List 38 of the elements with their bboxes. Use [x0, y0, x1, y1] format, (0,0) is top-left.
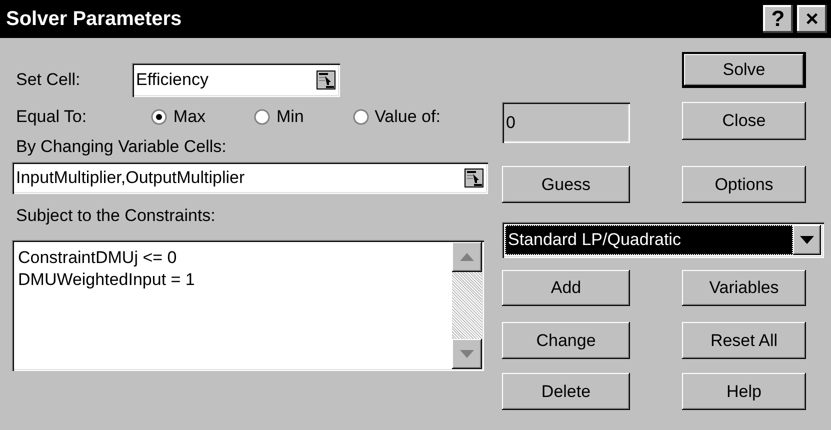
radio-button[interactable]: [151, 109, 168, 125]
radio-label[interactable]: Value of:: [374, 107, 440, 127]
scroll-up-button[interactable]: [452, 242, 482, 272]
dialog-button[interactable]: Reset All: [682, 322, 806, 359]
dialog-button[interactable]: Guess: [502, 166, 630, 203]
field-label: By Changing Variable Cells:: [15, 137, 226, 157]
constraints-list[interactable]: ConstraintDMUj <= 0 DMUWeightedInput = 1: [12, 240, 484, 371]
window-title: Solver Parameters: [6, 8, 183, 30]
variable-cells-field[interactable]: InputMultiplier,OutputMultiplier: [12, 162, 488, 194]
radio-button[interactable]: [254, 109, 270, 125]
dialog-button[interactable]: Solve: [682, 52, 806, 88]
scrollbar[interactable]: [452, 242, 482, 369]
dialog-button[interactable]: Delete: [502, 373, 630, 410]
radio-label[interactable]: Max: [173, 107, 206, 127]
radio-label[interactable]: Min: [276, 107, 304, 127]
dialog-button[interactable]: Options: [682, 166, 806, 203]
scroll-down-button[interactable]: [452, 339, 482, 369]
help-button[interactable]: ?: [763, 5, 793, 33]
dialog-button[interactable]: Change: [502, 322, 630, 359]
dialog-button[interactable]: Variables: [682, 270, 806, 306]
down-arrow-icon: [800, 236, 814, 244]
field-label: Set Cell:: [15, 70, 82, 90]
dialog-button[interactable]: Add: [502, 270, 630, 306]
solving-method-dropdown[interactable]: Standard LP/Quadratic: [502, 222, 824, 258]
radio-button[interactable]: [352, 109, 369, 125]
reference-picker-icon[interactable]: [464, 168, 484, 188]
up-arrow-icon: [460, 253, 474, 261]
dialog-button[interactable]: Help: [682, 373, 806, 410]
down-arrow-icon: [460, 350, 474, 358]
constraint-item[interactable]: ConstraintDMUj <= 0: [18, 248, 452, 268]
field-label: Equal To:: [15, 107, 88, 127]
reference-picker-icon[interactable]: [316, 70, 336, 90]
close-button[interactable]: ×: [797, 5, 827, 33]
dialog-button[interactable]: Close: [682, 102, 806, 140]
constraint-item[interactable]: DMUWeightedInput = 1: [18, 270, 452, 290]
dropdown-button[interactable]: [793, 225, 821, 255]
field-label: Subject to the Constraints:: [15, 206, 216, 226]
set-cell-field[interactable]: Efficiency: [132, 63, 340, 97]
